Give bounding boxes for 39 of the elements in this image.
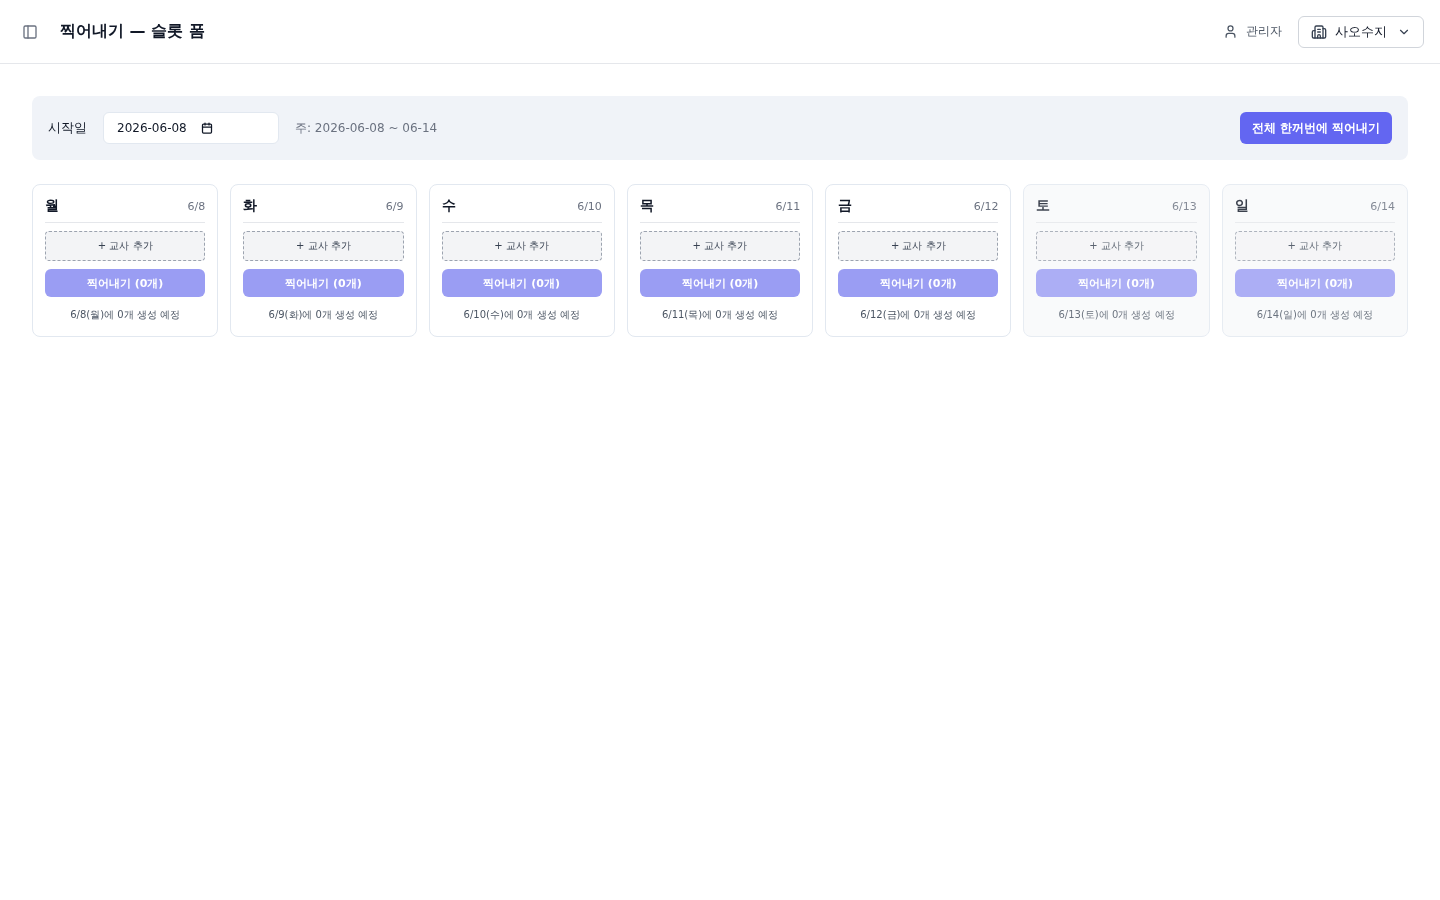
add-teacher-button[interactable]: + 교사 추가 [45, 231, 206, 261]
day-name: 수 [441, 197, 456, 215]
add-teacher-button[interactable]: + 교사 추가 [441, 231, 602, 261]
day-date: 6/8 [187, 199, 206, 213]
page-title: 찍어내기 — 슬롯 폼 [60, 21, 205, 42]
schedule-note: 6/8(월)에 0개 생성 예정 [69, 308, 182, 322]
user-name: 관리자 [1246, 23, 1282, 40]
schedule-note: 6/10(수)에 0개 생성 예정 [462, 308, 581, 322]
date-field[interactable]: 2026-06-08 [103, 112, 279, 144]
add-teacher-button[interactable]: + 교사 추가 [1036, 231, 1197, 261]
day-date: 6/11 [775, 199, 801, 213]
export-all-button[interactable]: 전체 한꺼번에 찍어내기 [1239, 112, 1392, 144]
day-name: 목 [639, 197, 654, 215]
day-name: 화 [243, 197, 258, 215]
add-teacher-button[interactable]: + 교사 추가 [243, 231, 404, 261]
day-name: 월 [45, 197, 59, 215]
day-name: 일 [1234, 197, 1249, 215]
week-range-text: 주: 2026-06-08 ~ 06-14 [295, 119, 438, 137]
building-icon [1311, 23, 1327, 40]
schedule-note: 6/11(목)에 0개 생성 예정 [660, 308, 780, 322]
add-teacher-button[interactable]: + 교사 추가 [838, 231, 999, 261]
day-name: 금 [838, 197, 853, 215]
schedule-note: 6/14(일)에 0개 생성 예정 [1255, 308, 1374, 322]
user-icon [1223, 24, 1238, 39]
day-date: 6/14 [1370, 199, 1395, 213]
calendar-icon [200, 122, 213, 134]
add-teacher-button[interactable]: + 교사 추가 [639, 231, 801, 261]
start-date-label: 시작일 [48, 119, 87, 137]
day-date: 6/12 [973, 199, 999, 213]
day-date: 6/10 [577, 199, 602, 213]
schedule-note: 6/12(금)에 0개 생성 예정 [859, 308, 978, 322]
day-date: 6/13 [1172, 199, 1197, 213]
sidebar-icon [22, 23, 38, 40]
day-name: 토 [1036, 197, 1051, 215]
org-select[interactable]: 사오수지 [1298, 15, 1424, 48]
day-date: 6/9 [385, 199, 404, 213]
schedule-note: 6/9(화)에 0개 생성 예정 [267, 308, 380, 322]
add-teacher-button[interactable]: + 교사 추가 [1234, 231, 1395, 261]
schedule-note: 6/13(토)에 0개 생성 예정 [1057, 308, 1176, 322]
